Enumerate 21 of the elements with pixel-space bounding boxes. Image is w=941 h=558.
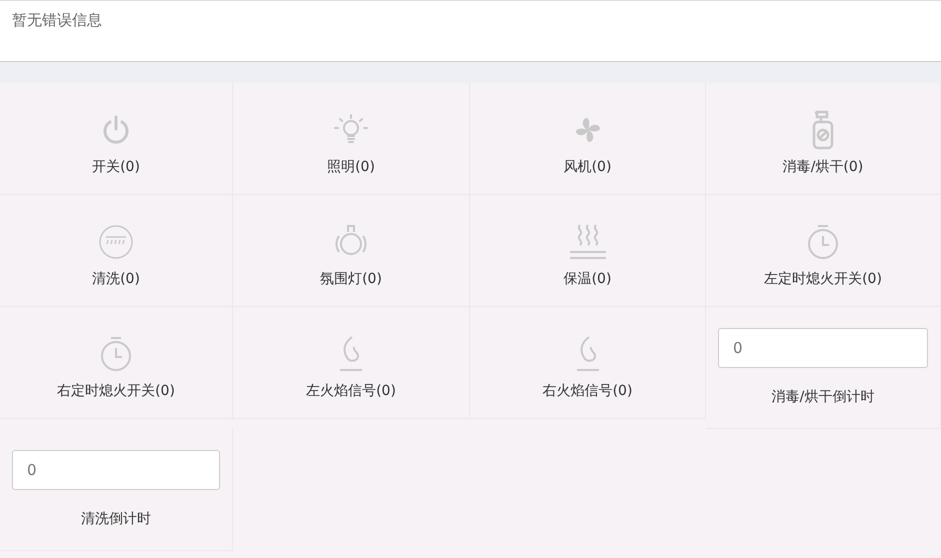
status-label: 氛围灯(0)	[320, 270, 382, 288]
status-label: 右定时熄火开关(0)	[57, 382, 175, 400]
power-icon	[101, 114, 131, 146]
status-label: 开关(0)	[92, 158, 140, 176]
status-label: 照明(0)	[327, 158, 375, 176]
timer-icon	[99, 336, 133, 372]
countdown-field[interactable]: 0	[12, 450, 220, 490]
error-message: 暂无错误信息	[12, 11, 102, 30]
countdown-field[interactable]: 0	[718, 328, 928, 368]
status-label: 左火焰信号(0)	[306, 382, 396, 400]
status-label: 保温(0)	[564, 270, 612, 288]
timer-icon	[806, 224, 840, 260]
status-label: 左定时熄火开关(0)	[764, 270, 882, 288]
status-label: 清洗(0)	[92, 270, 140, 288]
heat-waves-icon	[568, 223, 608, 261]
countdown-label: 清洗倒计时	[81, 510, 151, 528]
status-label: 风机(0)	[564, 158, 612, 176]
spray-head-icon	[98, 224, 134, 260]
status-label: 消毒/烘干(0)	[782, 158, 864, 176]
countdown-label: 消毒/烘干倒计时	[772, 388, 874, 406]
status-label: 右火焰信号(0)	[542, 382, 632, 400]
